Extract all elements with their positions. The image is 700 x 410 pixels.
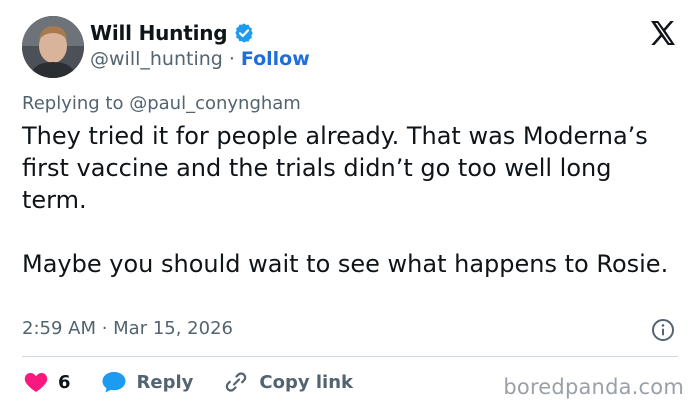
handle-row: @will_hunting · Follow bbox=[90, 48, 310, 70]
reply-button[interactable]: Reply bbox=[101, 370, 194, 394]
heart-icon bbox=[24, 373, 48, 392]
replying-to-text: Replying to @paul_conyngham bbox=[22, 93, 301, 114]
reply-label: Reply bbox=[136, 371, 194, 393]
info-icon[interactable] bbox=[651, 318, 675, 342]
display-name[interactable]: Will Hunting bbox=[90, 21, 228, 45]
like-count: 6 bbox=[58, 371, 71, 393]
separator-dot: · bbox=[228, 48, 235, 70]
avatar-photo bbox=[22, 16, 84, 78]
tweet-text: They tried it for people already. That w… bbox=[22, 120, 682, 280]
speech-bubble-icon bbox=[102, 372, 126, 393]
follow-button[interactable]: Follow bbox=[241, 48, 310, 70]
tweet-card: Will Hunting @will_hunting · Follow Repl… bbox=[0, 0, 700, 410]
avatar[interactable] bbox=[22, 16, 84, 78]
copy-link-label: Copy link bbox=[259, 371, 353, 393]
verified-badge-icon bbox=[235, 23, 254, 43]
action-bar: 6 Reply Copy link bbox=[24, 370, 353, 394]
author-name-row: Will Hunting bbox=[90, 21, 255, 45]
link-icon bbox=[226, 372, 247, 392]
like-button[interactable]: 6 bbox=[24, 371, 71, 393]
x-logo-icon[interactable] bbox=[648, 18, 678, 48]
tweet-timestamp[interactable]: 2:59 AM · Mar 15, 2026 bbox=[22, 318, 233, 339]
tweet-paragraph: Maybe you should wait to see what happen… bbox=[22, 250, 669, 278]
tweet-paragraph: They tried it for people already. That w… bbox=[22, 122, 648, 214]
watermark: boredpanda.com bbox=[503, 375, 684, 399]
author-handle[interactable]: @will_hunting bbox=[90, 48, 223, 70]
divider bbox=[22, 356, 678, 357]
copy-link-button[interactable]: Copy link bbox=[223, 370, 353, 394]
